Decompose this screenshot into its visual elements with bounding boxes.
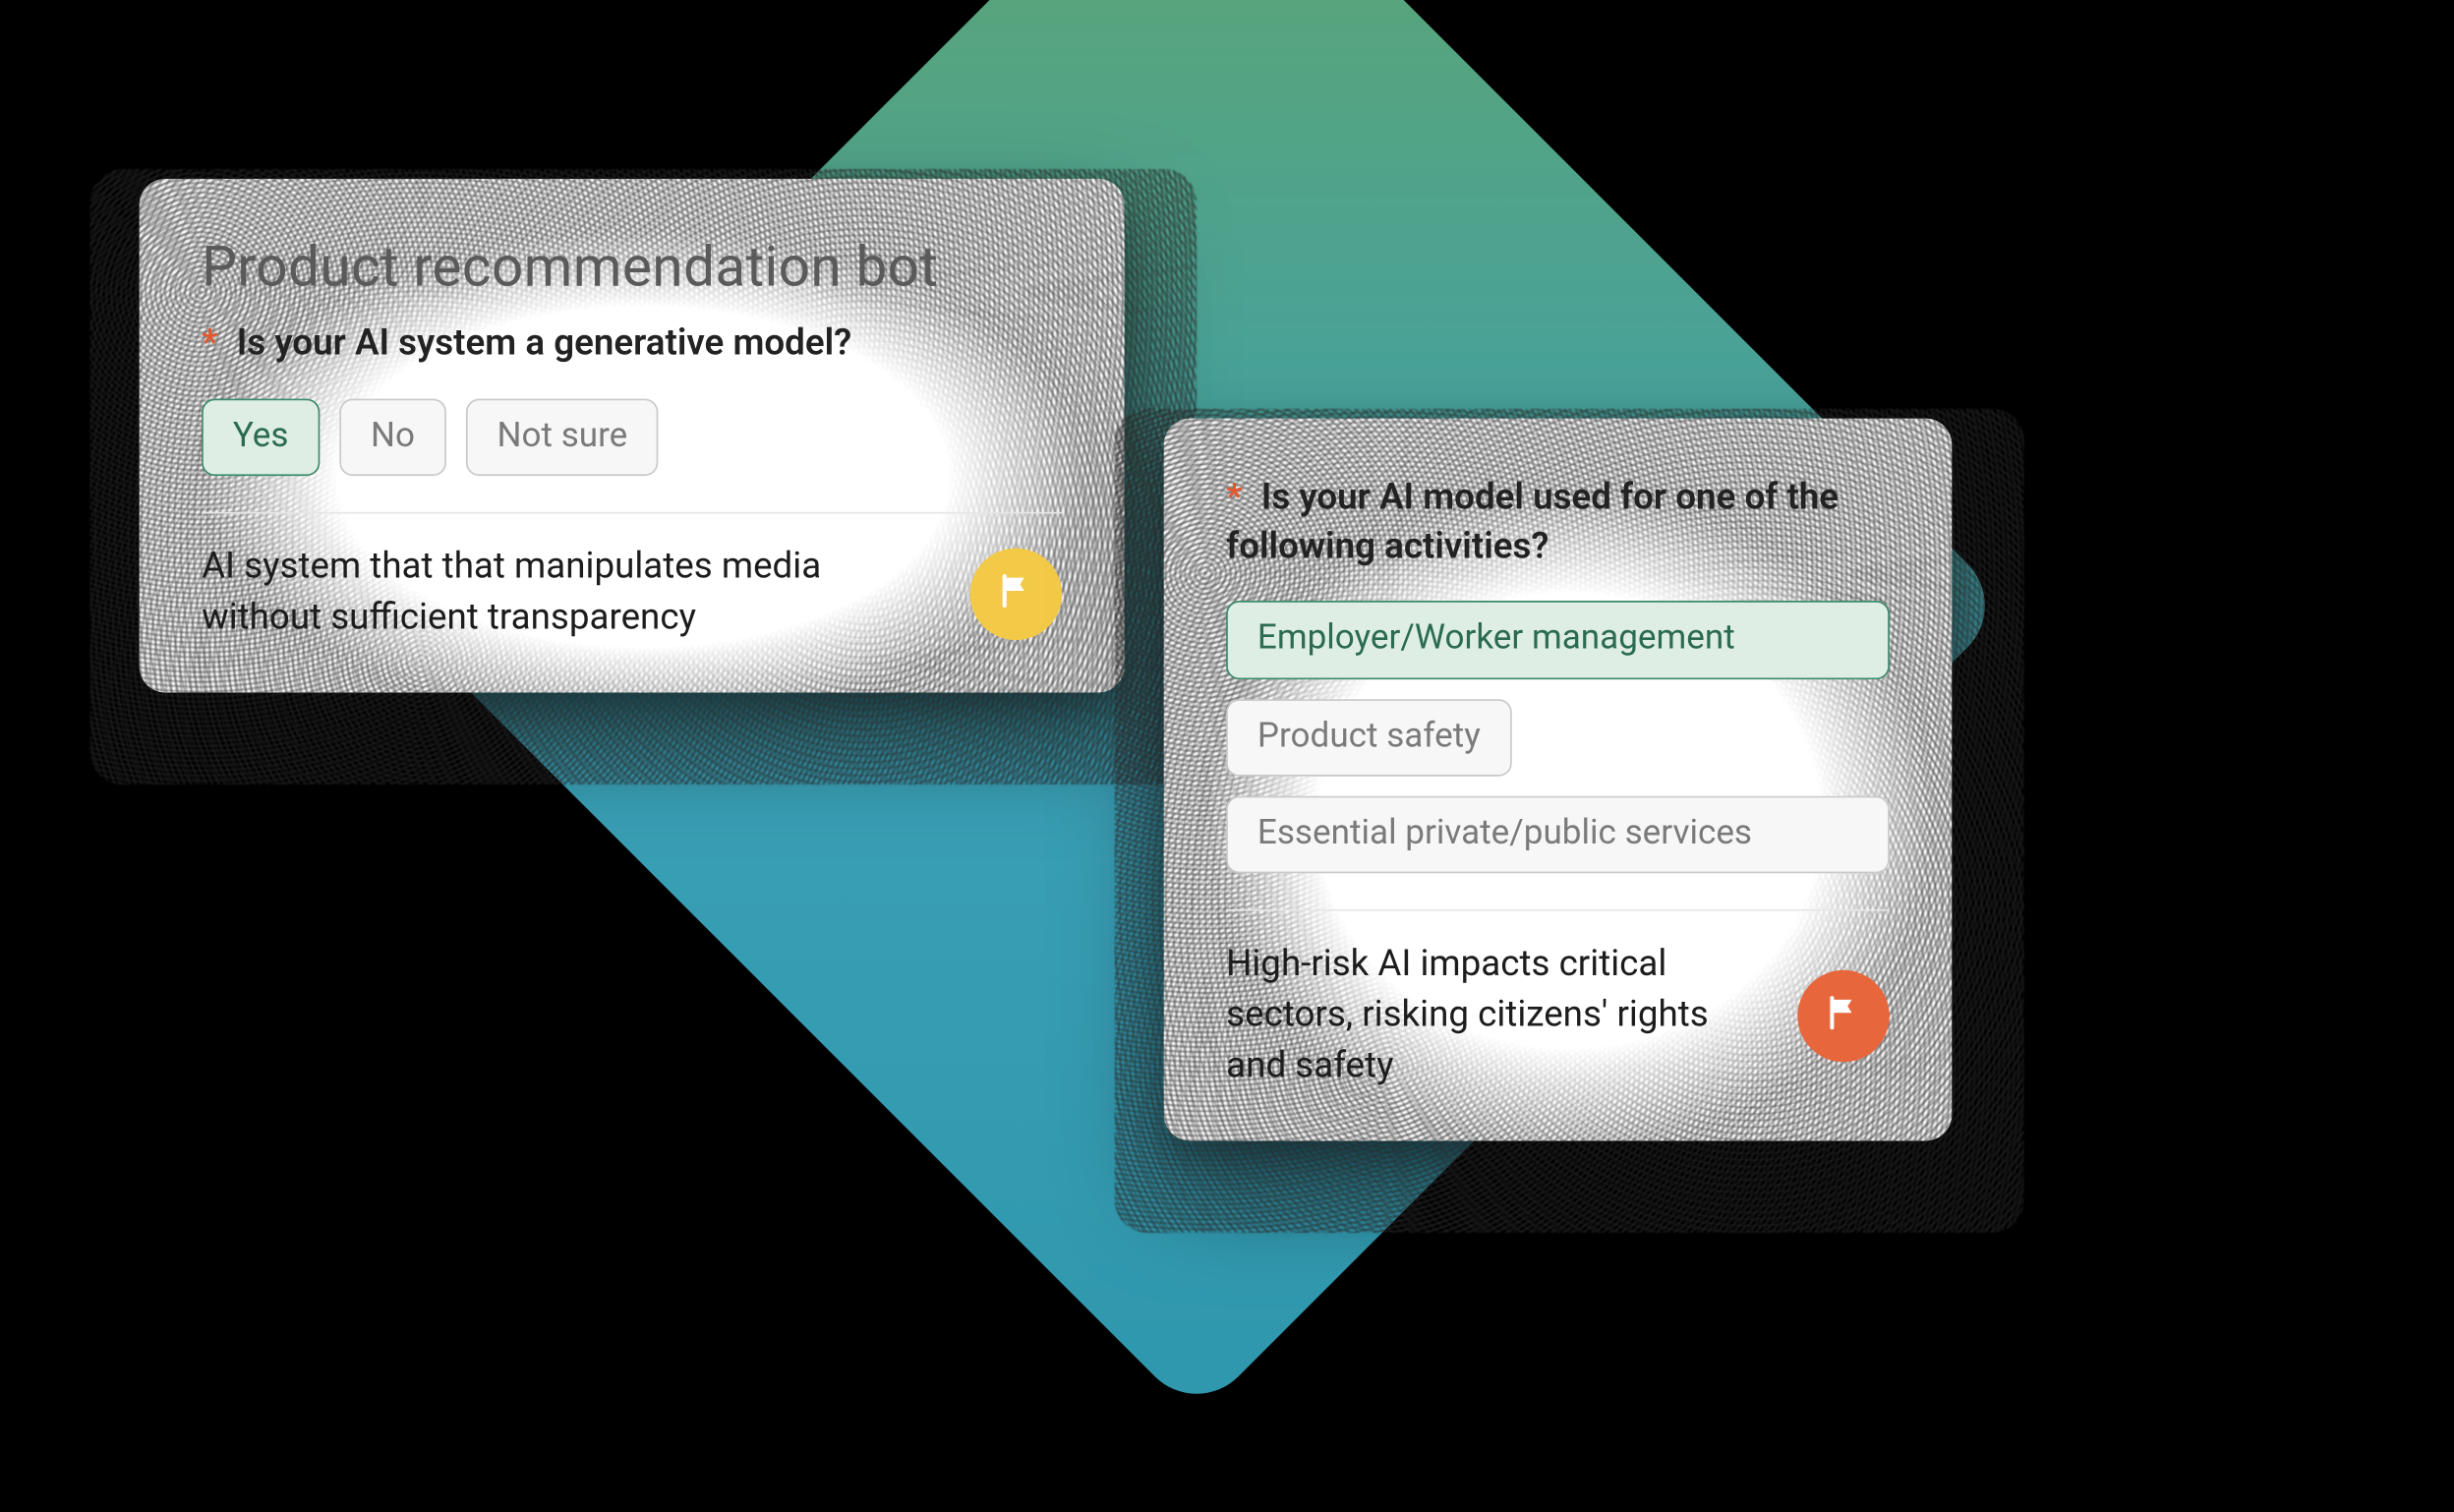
question-text: * Is your AI model used for one of the f… [1226,474,1890,571]
required-indicator: * [202,323,217,365]
option-product-safety[interactable]: Product safety [1226,698,1511,776]
flag-icon [1824,993,1863,1039]
flag-icon [996,570,1035,616]
result-text: High-risk AI impacts critical sectors, r… [1226,941,1743,1092]
option-row: Yes No Not sure [202,398,1062,476]
required-indicator: * [1226,478,1242,519]
divider [1226,909,1890,911]
option-no[interactable]: No [339,398,445,476]
result-row: AI system that that manipulates media wi… [202,543,1062,644]
option-not-sure[interactable]: Not sure [466,398,659,476]
option-column: Employer/Worker management Product safet… [1226,602,1890,873]
card-activities-question: * Is your AI model used for one of the f… [1164,419,1953,1141]
result-text: AI system that that manipulates media wi… [202,543,873,644]
option-essential-services[interactable]: Essential private/public services [1226,795,1890,873]
result-row: High-risk AI impacts critical sectors, r… [1226,941,1890,1092]
option-yes[interactable]: Yes [202,398,320,476]
question-text: * Is your AI system a generative model? [202,320,1062,369]
card-generative-question: Product recommendation bot * Is your AI … [140,179,1125,693]
question-label: Is your AI system a generative model? [237,323,852,365]
divider [202,512,1062,514]
risk-flag-badge-yellow [970,548,1063,640]
risk-flag-badge-orange [1797,970,1890,1063]
question-label: Is your AI model used for one of the fol… [1226,478,1839,567]
option-employer-worker-management[interactable]: Employer/Worker management [1226,602,1890,679]
card-title: Product recommendation bot [202,235,1062,301]
